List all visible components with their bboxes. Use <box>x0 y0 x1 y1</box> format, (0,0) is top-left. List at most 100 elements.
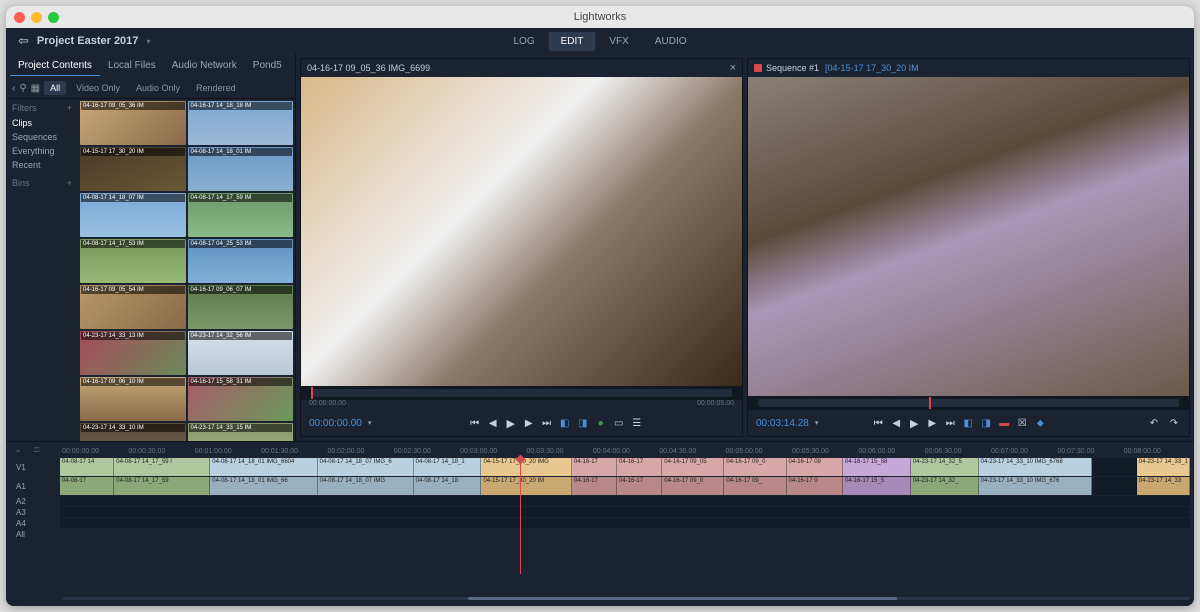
track-label-v1[interactable]: V1 <box>10 458 60 476</box>
clip-thumbnail[interactable]: 04-23-17 14_33_13 IM <box>80 331 186 375</box>
timeline-scroll-thumb[interactable] <box>468 597 897 600</box>
timeline-playhead[interactable] <box>520 458 521 574</box>
clip-thumbnail[interactable]: 04-08-17 14_18_07 IM <box>80 193 186 237</box>
project-name[interactable]: Project Easter 2017 <box>37 35 139 47</box>
filter-everything[interactable]: Everything <box>12 144 72 158</box>
clip-thumbnail[interactable]: 04-16-17 09_05_54 IM <box>80 285 186 329</box>
track-label-a2[interactable]: A2 <box>10 496 60 506</box>
timeline-clip[interactable]: 04-16-17 09_0 <box>662 477 724 495</box>
go-end-icon[interactable]: ⏭ <box>540 416 554 430</box>
track-lane-a1[interactable]: 04-08-1704-08-17 14_17_5904-08-17 14_18_… <box>60 477 1190 495</box>
replace-icon[interactable]: ☰ <box>630 416 644 430</box>
timeline-clip[interactable]: 04-16-17 09_ <box>724 477 786 495</box>
timeline-clip[interactable]: 04-23-17 14_33 <box>1137 477 1190 495</box>
close-icon[interactable]: × <box>730 62 736 74</box>
timeline-clip[interactable]: 04-16-17 <box>572 458 617 476</box>
clip-thumbnail[interactable]: 04-16-17 09_06_07 IM <box>188 285 294 329</box>
timecode-menu-icon[interactable]: ▾ <box>368 419 372 427</box>
timeline-clip[interactable] <box>1092 477 1137 495</box>
overwrite-icon[interactable]: ▭ <box>612 416 626 430</box>
sequence-clip-name[interactable]: [04-15-17 17_30_20 IM <box>825 63 919 73</box>
list-view-icon[interactable]: ▦ <box>31 83 40 94</box>
back-icon[interactable]: ⇦ <box>18 33 29 49</box>
timeline-clip[interactable]: 04-16-17 09_05 <box>662 458 724 476</box>
filter-clips[interactable]: Clips <box>12 116 72 130</box>
sequence-viewer-video[interactable] <box>748 77 1189 396</box>
tab-edit[interactable]: EDIT <box>549 32 596 51</box>
timeline-clip[interactable]: 04-15-17 17_30_20 IM <box>481 477 571 495</box>
filter-rendered[interactable]: Rendered <box>190 81 242 95</box>
timeline-clip[interactable]: 04-08-17 14_18_01 IMG_66 <box>210 477 317 495</box>
timeline-clip[interactable]: 04-23-17 14_32_ <box>911 477 979 495</box>
redo-icon[interactable]: ↷ <box>1167 416 1181 430</box>
timeline-ruler[interactable]: ⌁ ⏍ 00:00:00.0000:00:30.0000:01:00.0000:… <box>10 444 1190 458</box>
timeline-clip[interactable]: 04-16-17 <box>617 477 662 495</box>
tab-project-contents[interactable]: Project Contents <box>10 56 100 76</box>
clip-thumbnail[interactable]: 04-16-17 15_58_31 IM <box>188 377 294 421</box>
sequence-scrub-bar[interactable] <box>748 396 1189 410</box>
clip-thumbnail[interactable]: 04-08-17 14_18_01 IM <box>188 147 294 191</box>
timeline-clip[interactable]: 04-16-17 <box>572 477 617 495</box>
timeline-clip[interactable]: 04-08-17 14_18_07 IMG <box>318 477 414 495</box>
track-label-all[interactable]: All <box>10 529 60 539</box>
timeline-scrollbar[interactable] <box>10 592 1190 604</box>
clip-thumbnail[interactable]: 04-16-17 09_05_36 IM <box>80 101 186 145</box>
filter-audio-only[interactable]: Audio Only <box>130 81 186 95</box>
source-scrub-bar[interactable] <box>301 386 742 400</box>
minimize-window-icon[interactable] <box>31 12 42 23</box>
tab-audio-network[interactable]: Audio Network <box>164 56 245 76</box>
timeline-clip[interactable]: 04-08-17 14_18_07 IMG_6 <box>318 458 414 476</box>
filter-sequences[interactable]: Sequences <box>12 130 72 144</box>
timeline-clip[interactable]: 04-08-17 14_18_1 <box>414 458 482 476</box>
link-icon[interactable]: ⏍ <box>34 447 39 455</box>
timeline-clip[interactable]: 04-16-17 09 <box>787 458 844 476</box>
step-fwd-icon[interactable]: ▶ <box>925 416 939 430</box>
timecode-menu-icon[interactable]: ▾ <box>815 419 819 427</box>
tab-vfx[interactable]: VFX <box>597 32 640 51</box>
timeline-clip[interactable]: 04-23-17 14_33_10 IMG_6768 <box>979 458 1092 476</box>
track-lane-a2[interactable] <box>60 496 1190 506</box>
snap-icon[interactable]: ⌁ <box>16 447 20 455</box>
delete-icon[interactable]: ☒ <box>1015 416 1029 430</box>
clip-thumbnail[interactable]: 04-15-17 17_30_20 IM <box>80 147 186 191</box>
timeline-clip[interactable]: 04-08-17 14_17_59 <box>114 477 210 495</box>
clip-thumbnail[interactable]: 04-16-17 09_06_10 IM <box>80 377 186 421</box>
clip-thumbnail[interactable]: 04-08-17 14_17_59 IM <box>188 193 294 237</box>
timeline-clip[interactable]: 04-23-17 14_33_10 IMG_676 <box>979 477 1092 495</box>
track-lane-all[interactable] <box>60 529 1190 539</box>
clip-thumbnail[interactable]: 04-08-17 14_17_53 IM <box>80 239 186 283</box>
go-start-icon[interactable]: ⏮ <box>468 416 482 430</box>
track-label-a4[interactable]: A4 <box>10 518 60 528</box>
timeline-clip[interactable]: 04-16-17 15_58 <box>843 458 911 476</box>
mark-in-icon[interactable]: ◧ <box>558 416 572 430</box>
clip-thumbnail[interactable]: 04-23-17 14_33_10 IM <box>80 423 186 441</box>
go-start-icon[interactable]: ⏮ <box>871 416 885 430</box>
tab-local-files[interactable]: Local Files <box>100 56 164 76</box>
tab-log[interactable]: LOG <box>501 32 546 51</box>
filter-video-only[interactable]: Video Only <box>70 81 126 95</box>
chevron-left-icon[interactable]: ‹ <box>12 83 15 94</box>
add-filter-icon[interactable]: + <box>67 103 72 113</box>
clip-thumbnail[interactable]: 04-23-17 14_32_56 IM <box>188 331 294 375</box>
mark-out-icon[interactable]: ◨ <box>979 416 993 430</box>
mark-out-icon[interactable]: ◨ <box>576 416 590 430</box>
clip-thumbnail[interactable]: 04-16-17 14_18_18 IM <box>188 101 294 145</box>
timeline-clip[interactable]: 04-15-17 17_30_20 IMG <box>481 458 571 476</box>
clip-thumbnail[interactable]: 04-08-17 04_25_53 IM <box>188 239 294 283</box>
clip-thumbnail[interactable]: 04-23-17 14_33_15 IM <box>188 423 294 441</box>
play-icon[interactable]: ▶ <box>504 416 518 430</box>
tab-pond5[interactable]: Pond5 <box>245 56 290 76</box>
track-label-a1[interactable]: A1 <box>10 477 60 495</box>
project-menu-icon[interactable]: ▾ <box>146 37 150 46</box>
timeline-clip[interactable]: 04-23-17 14_33_1 <box>1137 458 1190 476</box>
track-lane-a4[interactable] <box>60 518 1190 528</box>
add-bin-icon[interactable]: + <box>67 178 72 188</box>
timeline-clip[interactable]: 04-16-17 <box>617 458 662 476</box>
go-end-icon[interactable]: ⏭ <box>943 416 957 430</box>
step-back-icon[interactable]: ◀ <box>889 416 903 430</box>
timeline-clip[interactable]: 04-08-17 14_17_59 I <box>114 458 210 476</box>
timeline-clip[interactable]: 04-08-17 14 <box>60 458 114 476</box>
source-viewer-video[interactable] <box>301 77 742 386</box>
timeline-clip[interactable]: 04-16-17 0 <box>787 477 844 495</box>
timeline-clip[interactable]: 04-08-17 14_18 <box>414 477 482 495</box>
